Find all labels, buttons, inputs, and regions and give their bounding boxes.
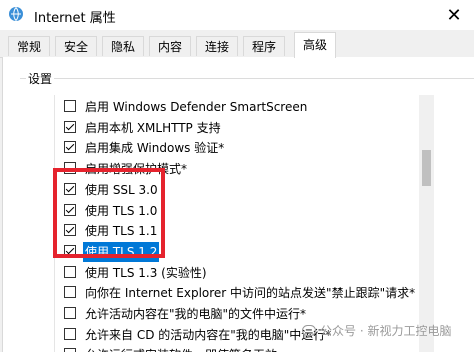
tab-programs[interactable]: 程序	[243, 36, 286, 56]
watermark: 公众号 · 新视力工控电脑	[302, 322, 451, 339]
tab-privacy[interactable]: 隐私	[102, 36, 145, 56]
setting-label: 使用 SSL 3.0	[85, 182, 158, 197]
settings-group-label: 设置	[26, 70, 55, 87]
setting-checkbox[interactable]	[64, 307, 76, 319]
settings-list[interactable]: 启用 Windows Defender SmartScreen 启用本机 XMLH…	[54, 95, 435, 352]
setting-checkbox[interactable]	[64, 327, 76, 340]
setting-checkbox[interactable]	[64, 203, 76, 216]
settings-scrollbar[interactable]	[419, 95, 434, 352]
wechat-icon	[302, 325, 316, 336]
settings-group-divider	[20, 78, 474, 79]
scrollbar-thumb[interactable]	[422, 150, 431, 186]
close-icon: ✕	[446, 4, 462, 26]
tab-security[interactable]: 安全	[55, 36, 98, 56]
tab-strip: 常规 安全 隐私 内容 连接 程序 高级	[0, 30, 474, 58]
setting-checkbox[interactable]	[64, 265, 76, 278]
setting-label: 向你在 Internet Explorer 中访问的站点发送"禁止跟踪"请求*	[85, 286, 416, 301]
setting-label: 启用本机 XMLHTTP 支持	[85, 120, 221, 135]
setting-label: 使用 TLS 1.1	[85, 224, 158, 239]
title-bar: Internet 属性 ✕	[0, 0, 474, 30]
internet-options-icon	[8, 6, 24, 22]
setting-label: 允许活动内容在"我的电脑"的文件中运行*	[85, 307, 307, 321]
setting-label: 使用 TLS 1.0	[85, 203, 158, 218]
setting-checkbox[interactable]	[64, 141, 76, 154]
setting-checkbox[interactable]	[64, 286, 76, 299]
watermark-text: 公众号 · 新视力工控电脑	[320, 324, 452, 338]
tab-content[interactable]: 内容	[149, 36, 192, 56]
close-button[interactable]: ✕	[434, 0, 474, 30]
setting-label: 启用集成 Windows 验证*	[85, 141, 225, 156]
setting-checkbox[interactable]	[64, 244, 76, 257]
tab-general[interactable]: 常规	[8, 36, 51, 56]
setting-label: 允许运行或安装软件，即使签名无效	[85, 345, 277, 352]
window-title: Internet 属性	[34, 11, 116, 26]
setting-checkbox[interactable]	[64, 100, 76, 112]
setting-checkbox[interactable]	[64, 348, 76, 352]
setting-label: 使用 TLS 1.2	[83, 241, 160, 262]
setting-label: 启用增强保护模式*	[85, 162, 188, 177]
setting-label: 使用 TLS 1.3 (实验性)	[85, 265, 207, 280]
setting-checkbox[interactable]	[64, 162, 76, 175]
setting-checkbox[interactable]	[64, 120, 76, 133]
tab-connections[interactable]: 连接	[196, 36, 239, 56]
setting-label: 启用 Windows Defender SmartScreen	[85, 100, 308, 114]
setting-label: 允许来自 CD 的活动内容在"我的电脑"中运行*	[85, 327, 332, 342]
setting-checkbox[interactable]	[64, 224, 76, 237]
setting-checkbox[interactable]	[64, 182, 76, 195]
tab-advanced[interactable]: 高级	[294, 32, 337, 58]
